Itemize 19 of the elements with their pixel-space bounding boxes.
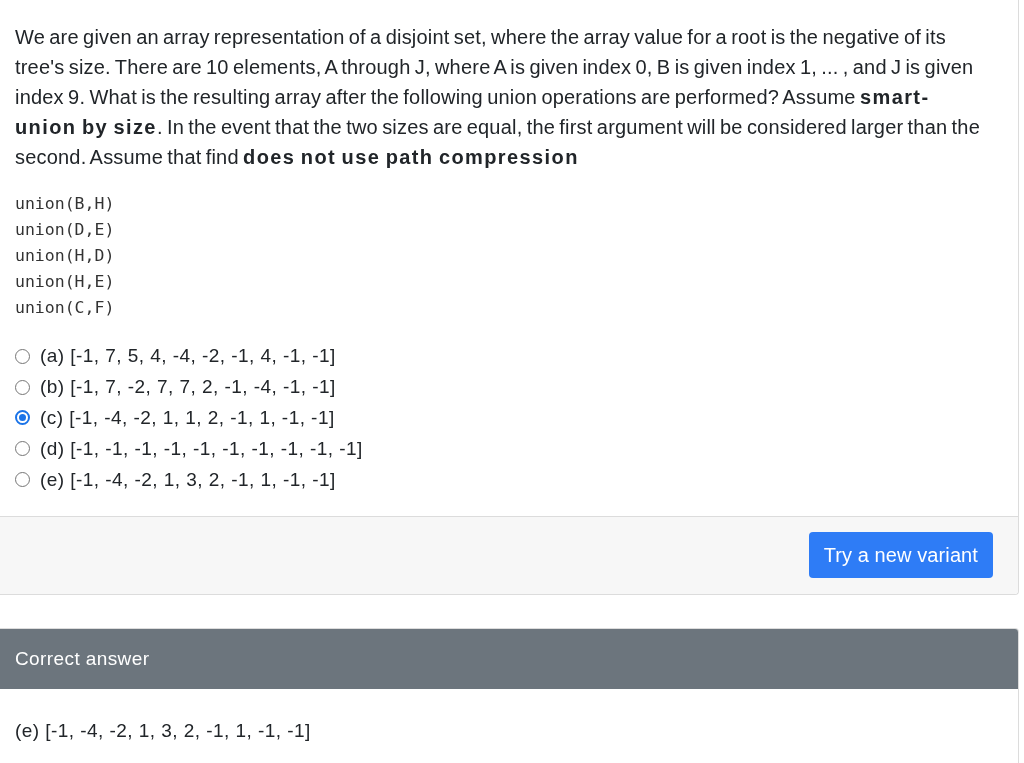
option-label[interactable]: (d) [-1, -1, -1, -1, -1, -1, -1, -1, -1, -1] <box>40 437 363 460</box>
option-label[interactable]: (e) [-1, -4, -2, 1, 3, 2, -1, 1, -1, -1] <box>40 468 336 491</box>
code-line: union(H,D) <box>15 245 115 267</box>
card-title: Correct answer <box>15 648 150 670</box>
code-line: union(H,E) <box>15 271 115 293</box>
question-text: We are given an array representation of a disjoint set, where the array value for a root is the negative of its tree's size. There are 10 elements, A through J, where A is given index 0, B is given index 1, ... , and J is given index 9. What is the resulting array after the following union operations are performed? Assume smart-union by size. In the event that the two sizes are equal, the first argument will be considered larger than the second. Assume that find does not use path compression <box>15 25 981 170</box>
code-line: union(B,H) <box>15 193 115 215</box>
radio-button[interactable] <box>15 410 30 426</box>
code-line: union(C,F) <box>15 297 115 319</box>
option-label[interactable]: (a) [-1, 7, 5, 4, -4, -2, -1, 4, -1, -1] <box>40 345 336 368</box>
option-label[interactable]: (b) [-1, 7, -2, 7, 7, 2, -1, -4, -1, -1] <box>40 376 336 399</box>
radio-button[interactable] <box>15 348 30 364</box>
radio-button[interactable] <box>15 379 30 395</box>
option-label[interactable]: (c) [-1, -4, -2, 1, 1, 2, -1, 1, -1, -1] <box>40 407 335 429</box>
correct-answer-text: (e) [-1, -4, -2, 1, 3, 2, -1, 1, -1, -1] <box>15 720 311 741</box>
radio-button[interactable] <box>15 441 30 457</box>
new-variant-button[interactable]: Try a new variant <box>808 532 993 579</box>
code-line: union(D,E) <box>15 219 115 241</box>
radio-button[interactable] <box>15 472 30 488</box>
